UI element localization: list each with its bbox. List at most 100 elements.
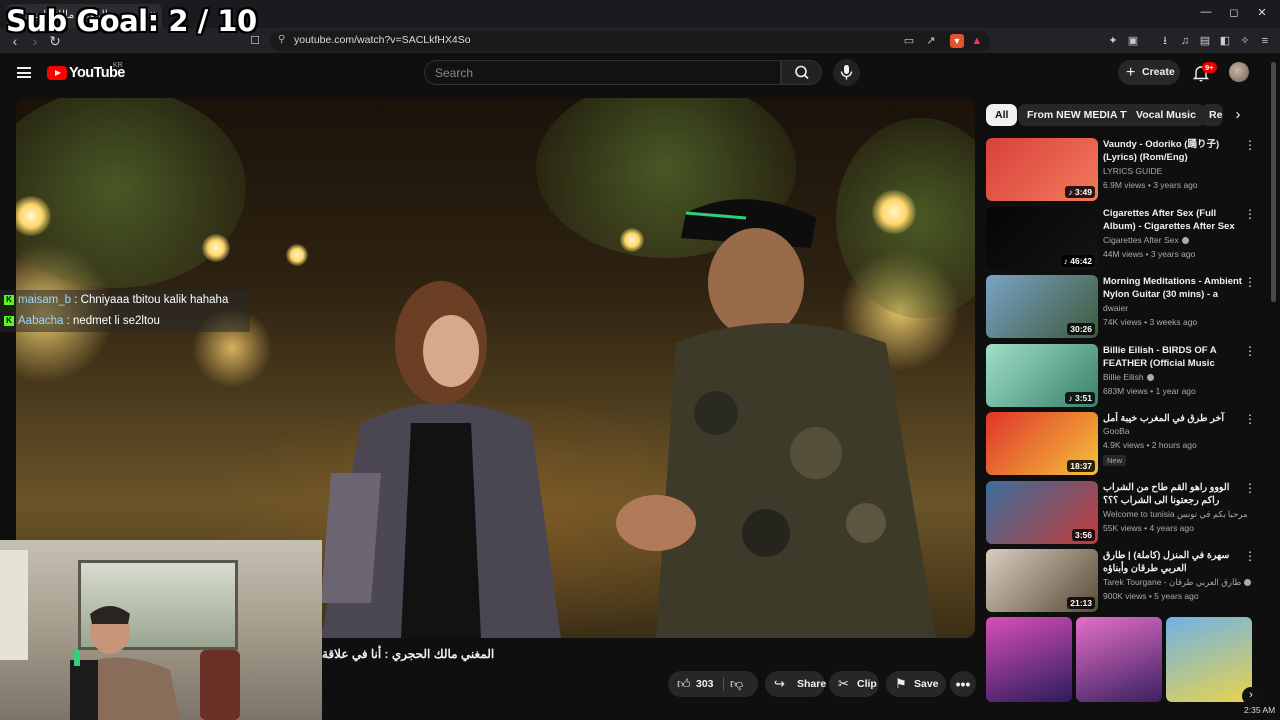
chat-username: Aabacha xyxy=(18,315,64,327)
recommendation-channel[interactable]: LYRICS GUIDE xyxy=(1103,166,1162,176)
recommendation-title[interactable]: Vaundy - Odoriko (踊り子) (Lyrics) (Rom/Eng… xyxy=(1103,138,1243,164)
more-vertical-icon[interactable]: ⋮ xyxy=(1244,275,1256,289)
recommendation-channel[interactable]: Tarek Tourgane - طارق العربي طرقان xyxy=(1103,577,1252,588)
recommendation-item[interactable]: ♪ 46:42 Cigarettes After Sex (Full Album)… xyxy=(986,206,1270,271)
youtube-play-icon xyxy=(47,66,67,80)
recommendation-channel[interactable]: GooBa xyxy=(1103,426,1129,436)
page-scrollbar[interactable] xyxy=(1271,62,1276,302)
channel-name: GooBa xyxy=(1103,426,1130,436)
create-button[interactable]: + Create xyxy=(1118,60,1180,85)
sidebar-icon[interactable]: ▣ xyxy=(1126,34,1140,48)
recommendation-title[interactable]: Billie Eilish - BIRDS OF A FEATHER (Offi… xyxy=(1103,344,1243,371)
plus-icon: + xyxy=(1126,64,1136,81)
recommendation-item[interactable]: 30:26 Morning Meditations - Ambient Nylon… xyxy=(986,275,1270,339)
video-duration: 21:13 xyxy=(1067,597,1095,609)
create-label: Create xyxy=(1142,66,1175,78)
clip-label: Clip xyxy=(857,678,877,690)
like-icon[interactable]: 👍︎ xyxy=(677,671,691,697)
reading-list-icon[interactable]: ▤ xyxy=(1198,34,1212,48)
recommendation-channel[interactable]: Billie Eilish xyxy=(1103,372,1154,382)
menu-icon[interactable] xyxy=(17,67,31,78)
like-count[interactable]: 303 xyxy=(696,671,714,697)
clip-button[interactable]: ✂ Clip xyxy=(829,671,879,697)
verified-check-icon xyxy=(1244,579,1252,587)
more-vertical-icon[interactable]: ⋮ xyxy=(1244,412,1256,426)
recommendation-channel[interactable]: Welcome to tunisia مرحبا بكم في تونس xyxy=(1103,509,1248,520)
video-thumbnail[interactable]: ♪ 46:42 xyxy=(986,206,1098,270)
short-thumbnail[interactable] xyxy=(1076,617,1162,702)
media-icon[interactable]: ♫ xyxy=(1178,34,1192,48)
address-bar[interactable]: ⚲ youtube.com/watch?v=SACLkfHX4So ▭ ↗ ▼ … xyxy=(270,31,990,51)
shorts-next-icon[interactable]: › xyxy=(1242,687,1260,705)
chip-all[interactable]: All xyxy=(986,104,1018,126)
share-page-icon[interactable]: ↗ xyxy=(924,34,938,48)
more-horizontal-icon: ••• xyxy=(955,676,971,692)
recommendation-title[interactable]: Cigarettes After Sex (Full Album) - Ciga… xyxy=(1103,207,1243,233)
video-thumbnail[interactable]: 21:13 xyxy=(986,549,1098,612)
brave-shields-icon[interactable]: ▼ xyxy=(950,34,964,48)
recommendation-title[interactable]: سهرة في المنزل (كاملة) | طارق العربي طرق… xyxy=(1103,549,1243,575)
more-actions-button[interactable]: ••• xyxy=(950,671,976,697)
kick-badge-icon: K xyxy=(4,294,14,305)
search-button[interactable] xyxy=(781,60,822,85)
channel-name: LYRICS GUIDE xyxy=(1103,166,1163,176)
recommendation-channel[interactable]: dwaier xyxy=(1103,303,1128,313)
recommendation-title[interactable]: الووو راهو القم طاح من الشراب راكم رجعتو… xyxy=(1103,481,1243,508)
user-avatar[interactable] xyxy=(1229,62,1249,82)
more-vertical-icon[interactable]: ⋮ xyxy=(1244,344,1256,358)
system-clock: 2:35 AM xyxy=(1244,705,1276,715)
cast-icon[interactable]: ▭ xyxy=(902,34,916,48)
chip-next-arrow-icon[interactable]: › xyxy=(1228,106,1248,126)
more-vertical-icon[interactable]: ⋮ xyxy=(1244,207,1256,221)
recommendation-title[interactable]: آخر طرق في المغرب خيبة أمل كبيرة xyxy=(1103,412,1243,426)
chip-vocal-music[interactable]: Vocal Music xyxy=(1127,104,1205,126)
screen: المغني مالك الحجري... × — ◻ ✕ Sub Goal: … xyxy=(0,0,1280,720)
video-thumbnail[interactable]: ♪ 3:51 xyxy=(986,343,1098,407)
video-frame-streetlamp xyxy=(202,234,230,262)
site-info-icon[interactable]: ⚲ xyxy=(278,34,285,45)
maximize-icon[interactable]: ◻ xyxy=(1224,6,1244,19)
short-thumbnail[interactable] xyxy=(986,617,1072,702)
recommendation-title[interactable]: Morning Meditations - Ambient Nylon Guit… xyxy=(1103,275,1243,302)
browser-menu-icon[interactable]: ≡ xyxy=(1258,34,1272,48)
close-window-icon[interactable]: ✕ xyxy=(1252,6,1272,19)
recommendation-meta: 6.9M views • 3 years ago xyxy=(1103,180,1198,190)
recommendation-channel[interactable]: Cigarettes After Sex xyxy=(1103,235,1189,245)
share-label: Share xyxy=(797,678,827,690)
recommendation-item[interactable]: 18:37 آخر طرق في المغرب خيبة أمل كبيرةGoo… xyxy=(986,412,1270,476)
wallet-icon[interactable]: ◧ xyxy=(1218,34,1232,48)
search-input[interactable] xyxy=(425,61,745,84)
scissors-icon: ✂ xyxy=(838,676,849,691)
voice-search-button[interactable] xyxy=(833,59,860,86)
more-vertical-icon[interactable]: ⋮ xyxy=(1244,549,1256,563)
recommendation-meta: 900K views • 5 years ago xyxy=(1103,591,1199,601)
new-badge: New xyxy=(1103,455,1127,466)
short-thumbnail[interactable] xyxy=(1166,617,1252,702)
share-button[interactable]: ↪ Share xyxy=(765,671,827,697)
minimize-icon[interactable]: — xyxy=(1196,6,1216,18)
video-thumbnail[interactable]: 30:26 xyxy=(986,275,1098,338)
brave-rewards-icon[interactable]: ▲ xyxy=(970,34,984,48)
more-vertical-icon[interactable]: ⋮ xyxy=(1244,481,1256,495)
recommendation-item[interactable]: ♪ 3:49 Vaundy - Odoriko (踊り子) (Lyrics) (R… xyxy=(986,138,1270,202)
dislike-icon[interactable]: 👎︎ xyxy=(730,671,743,697)
save-button[interactable]: ⚑ Save xyxy=(886,671,946,697)
microphone-icon xyxy=(840,65,853,80)
channel-name: Welcome to tunisia مرحبا بكم في تونس xyxy=(1103,508,1248,519)
downloads-icon[interactable]: ⭳ xyxy=(1158,34,1172,48)
video-thumbnail[interactable]: 3:56 xyxy=(986,480,1098,544)
video-thumbnail[interactable]: ♪ 3:49 xyxy=(986,138,1098,201)
chip-more[interactable]: Re xyxy=(1201,104,1223,126)
leo-ai-icon[interactable]: ✧ xyxy=(1238,34,1252,48)
recommendation-item[interactable]: 21:13 سهرة في المنزل (كاملة) | طارق العرب… xyxy=(986,549,1270,613)
video-thumbnail[interactable]: 18:37 xyxy=(986,412,1098,475)
chip-from-channel[interactable]: From NEW MEDIA TV xyxy=(1018,104,1143,126)
video-duration: 18:37 xyxy=(1067,460,1095,472)
more-vertical-icon[interactable]: ⋮ xyxy=(1244,138,1256,152)
recommendation-item[interactable]: 3:56 الووو راهو القم طاح من الشراب راكم ر… xyxy=(986,480,1270,545)
recommendation-item[interactable]: ♪ 3:51 Billie Eilish - BIRDS OF A FEATHER… xyxy=(986,343,1270,408)
channel-name: dwaier xyxy=(1103,303,1129,313)
extensions-icon[interactable]: ✦ xyxy=(1106,34,1120,48)
recommendation-meta: 4.9K views • 2 hours ago xyxy=(1103,440,1197,450)
share-icon: ↪ xyxy=(774,676,785,691)
